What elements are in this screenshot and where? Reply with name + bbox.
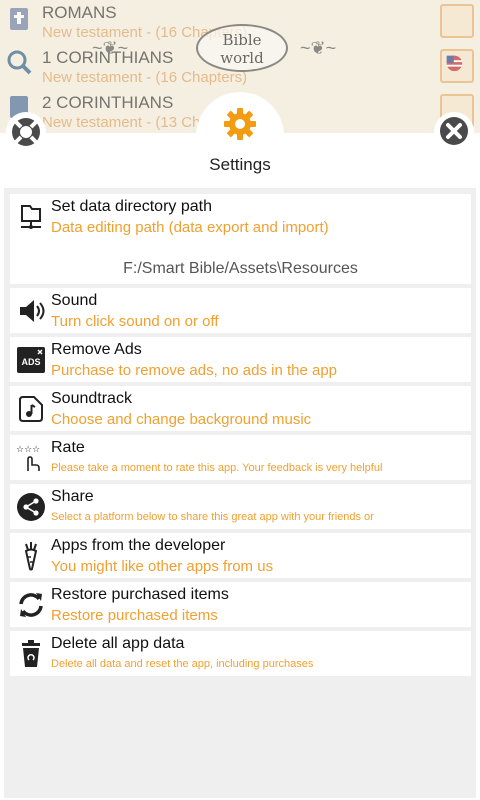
setting-subtitle: Select a platform below to share this gr…: [51, 511, 374, 523]
svg-text:☆☆☆: ☆☆☆: [16, 445, 40, 455]
ads-icon-text: ADS: [21, 357, 40, 367]
setting-title: Remove Ads: [51, 341, 142, 358]
setting-subtitle: Purchase to remove ads, no ads in the ap…: [51, 362, 338, 379]
gear-icon: [224, 108, 256, 140]
lifebuoy-icon: [12, 118, 40, 146]
setting-title: Apps from the developer: [51, 537, 226, 554]
settings-list: Set data directory path Data editing pat…: [4, 188, 476, 798]
setting-delete-data[interactable]: Delete all app data Delete all data and …: [10, 631, 471, 676]
close-button[interactable]: [434, 112, 474, 152]
setting-subtitle: You might like other apps from us: [51, 558, 274, 575]
setting-title: Rate: [51, 439, 85, 456]
setting-subtitle: Please take a moment to rate this app. Y…: [51, 462, 383, 474]
folder-network-icon: [21, 205, 41, 229]
rate-stars-icon: ☆☆☆: [16, 445, 40, 471]
speaker-icon: [20, 300, 45, 322]
setting-subtitle: Restore purchased items: [51, 607, 218, 624]
setting-subtitle: Data editing path (data export and impor…: [51, 219, 329, 236]
setting-title: Soundtrack: [51, 390, 132, 407]
settings-title: Settings: [209, 155, 271, 174]
help-button[interactable]: [6, 112, 46, 152]
ads-off-icon: ADS: [17, 347, 45, 373]
setting-title: Delete all app data: [51, 635, 185, 652]
refresh-icon: [19, 593, 43, 617]
setting-subtitle: Choose and change background music: [51, 411, 312, 428]
setting-remove-ads[interactable]: ADS Remove Ads Purchase to remove ads, n…: [10, 337, 471, 382]
setting-sound[interactable]: Sound Turn click sound on or off: [10, 288, 471, 333]
close-icon: [440, 117, 468, 145]
setting-title: Share: [51, 488, 94, 505]
share-icon: [17, 493, 45, 521]
carrot-icon: [24, 542, 38, 571]
setting-share[interactable]: Share Select a platform below to share t…: [10, 484, 471, 529]
setting-restore-purchases[interactable]: Restore purchased items Restore purchase…: [10, 582, 471, 627]
data-directory-value: F:/Smart Bible/Assets\Resources: [123, 260, 358, 277]
music-file-icon: [19, 396, 43, 422]
setting-soundtrack[interactable]: Soundtrack Choose and change background …: [10, 386, 471, 431]
setting-rate[interactable]: ☆☆☆ Rate Please take a moment to rate th…: [10, 435, 471, 480]
setting-data-directory[interactable]: Set data directory path Data editing pat…: [10, 194, 471, 284]
setting-subtitle: Delete all data and reset the app, inclu…: [51, 658, 314, 670]
setting-title: Set data directory path: [51, 198, 212, 215]
setting-subtitle: Turn click sound on or off: [51, 313, 219, 330]
setting-title: Restore purchased items: [51, 586, 229, 603]
setting-developer-apps[interactable]: Apps from the developer You might like o…: [10, 533, 471, 578]
trash-icon: [22, 640, 40, 667]
setting-title: Sound: [51, 292, 98, 309]
